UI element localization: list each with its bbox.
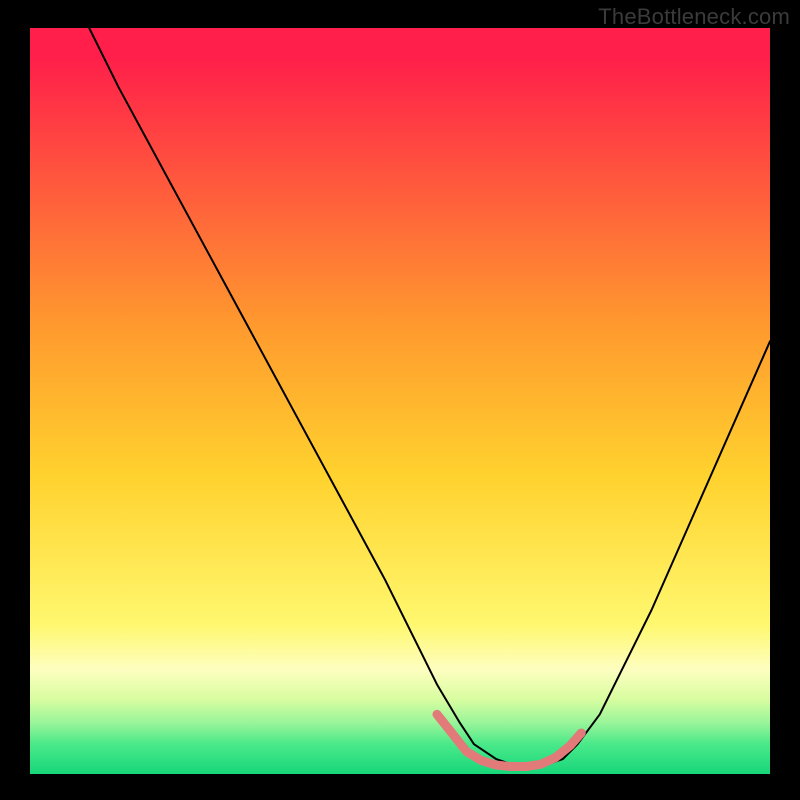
- watermark: TheBottleneck.com: [598, 4, 790, 30]
- bottleneck-chart: [0, 0, 800, 800]
- gradient-background: [30, 28, 770, 774]
- chart-frame: TheBottleneck.com: [0, 0, 800, 800]
